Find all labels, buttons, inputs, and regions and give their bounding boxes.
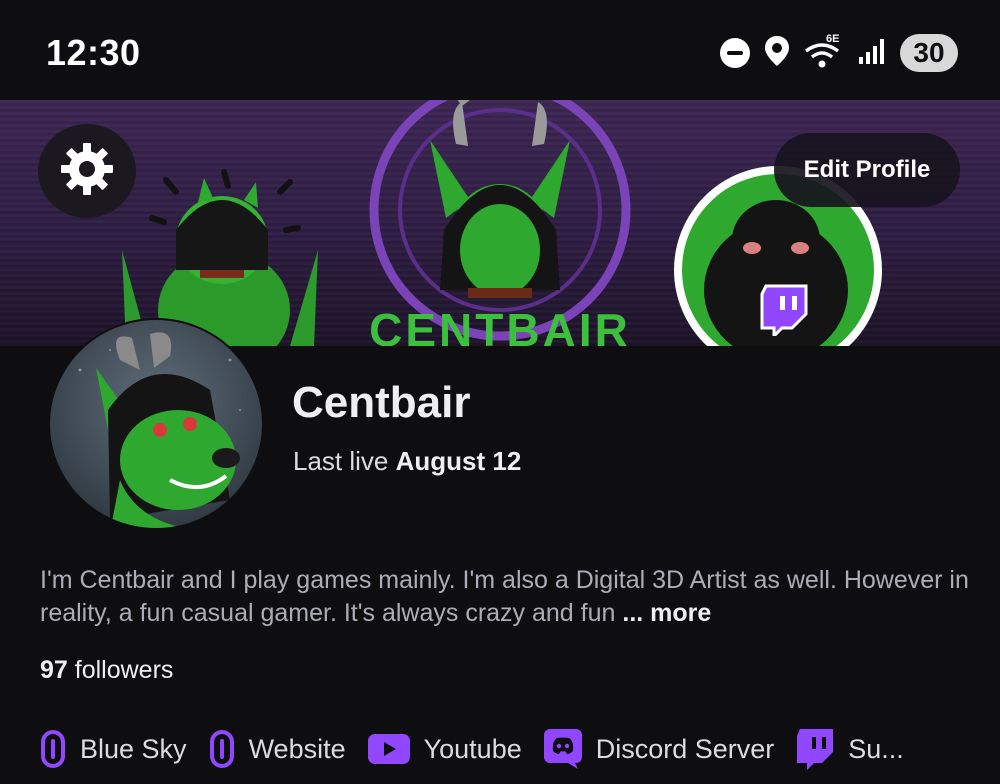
link-icon [40,729,66,769]
wifi-label: 6E [826,33,840,45]
bio-text: I'm Centbair and I play games mainly. I'… [40,566,969,627]
last-live-date: August 12 [395,446,522,476]
link-label: Su... [848,733,904,764]
followers-label: followers [74,656,174,684]
link-subscribe[interactable]: Su... [796,728,904,770]
avatar-art [78,332,241,528]
followers-count: 97 [40,656,68,684]
settings-icon [59,141,115,202]
wifi-icon: 6E [804,33,844,69]
do-not-disturb-icon [720,38,750,68]
bio: I'm Centbair and I play games mainly. I'… [40,564,970,630]
link-website[interactable]: Website [209,729,346,769]
location-icon [764,35,790,72]
twitch-icon [796,728,834,770]
link-blue-sky[interactable]: Blue Sky [40,729,187,769]
link-label: Youtube [423,733,522,764]
settings-button[interactable] [38,124,136,218]
status-bar: 12:30 6E 30 [0,0,1000,100]
followers[interactable]: 97 followers [40,656,173,685]
link-label: Blue Sky [80,733,187,764]
link-icon [209,729,235,769]
last-live-prefix: Last live [293,446,389,476]
status-icons: 6E 30 [720,33,958,72]
link-label: Website [248,733,346,764]
signal-icon [858,37,886,70]
bio-more-link[interactable]: more [650,599,711,627]
link-label: Discord Server [595,733,775,764]
edit-profile-button[interactable]: Edit Profile [774,133,960,207]
youtube-icon [367,734,410,764]
link-discord-server[interactable]: Discord Server [543,729,775,769]
avatar[interactable] [48,318,264,530]
social-links: Blue Sky Website Youtube Discord Server … [40,724,926,774]
banner-logo-text: CENTBAIR [369,304,631,346]
last-live: Last live August 12 [293,446,521,477]
discord-icon [543,729,582,769]
battery-icon: 30 [900,34,958,72]
clock: 12:30 [46,32,141,73]
channel-name: Centbair [292,378,471,427]
bio-ellipsis: ... [622,599,644,627]
link-youtube[interactable]: Youtube [367,733,522,765]
